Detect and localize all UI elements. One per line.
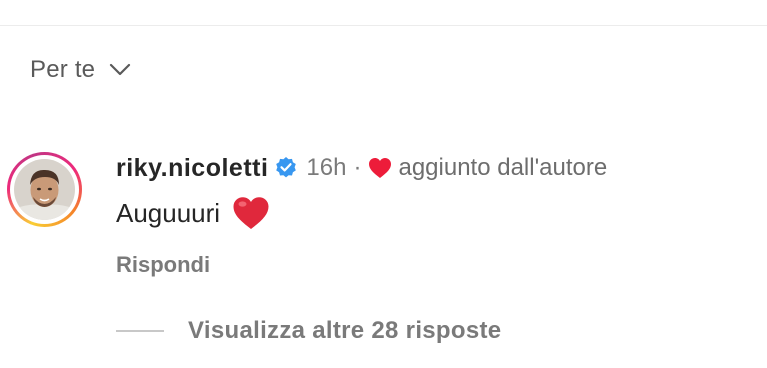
sort-label: Per te (30, 56, 96, 83)
top-divider (0, 25, 767, 26)
view-more-replies-label: Visualizza altre 28 risposte (188, 317, 502, 344)
comment-text: Auguuuri (116, 197, 221, 228)
avatar-story-ring[interactable] (7, 152, 82, 227)
liked-by-author-text: aggiunto dall'autore (398, 154, 608, 181)
avatar-photo (14, 159, 75, 220)
replies-divider (116, 330, 164, 332)
comment-header: riky.nicoletti 16h · aggiunto dall'autor… (116, 150, 607, 186)
separator-dot: · (353, 154, 362, 181)
reply-button[interactable]: Rispondi (116, 252, 210, 278)
chevron-down-icon (110, 63, 131, 76)
heart-icon (369, 158, 392, 178)
verified-badge-icon (276, 157, 297, 178)
comment-body: Auguuuri (116, 195, 270, 231)
red-heart-emoji-icon (233, 197, 269, 229)
view-more-replies-button[interactable]: Visualizza altre 28 risposte (116, 317, 501, 345)
avatar[interactable] (14, 159, 75, 220)
sort-selector[interactable]: Per te (30, 56, 131, 84)
comment-username[interactable]: riky.nicoletti (116, 154, 268, 183)
comment-time: 16h (306, 154, 347, 181)
